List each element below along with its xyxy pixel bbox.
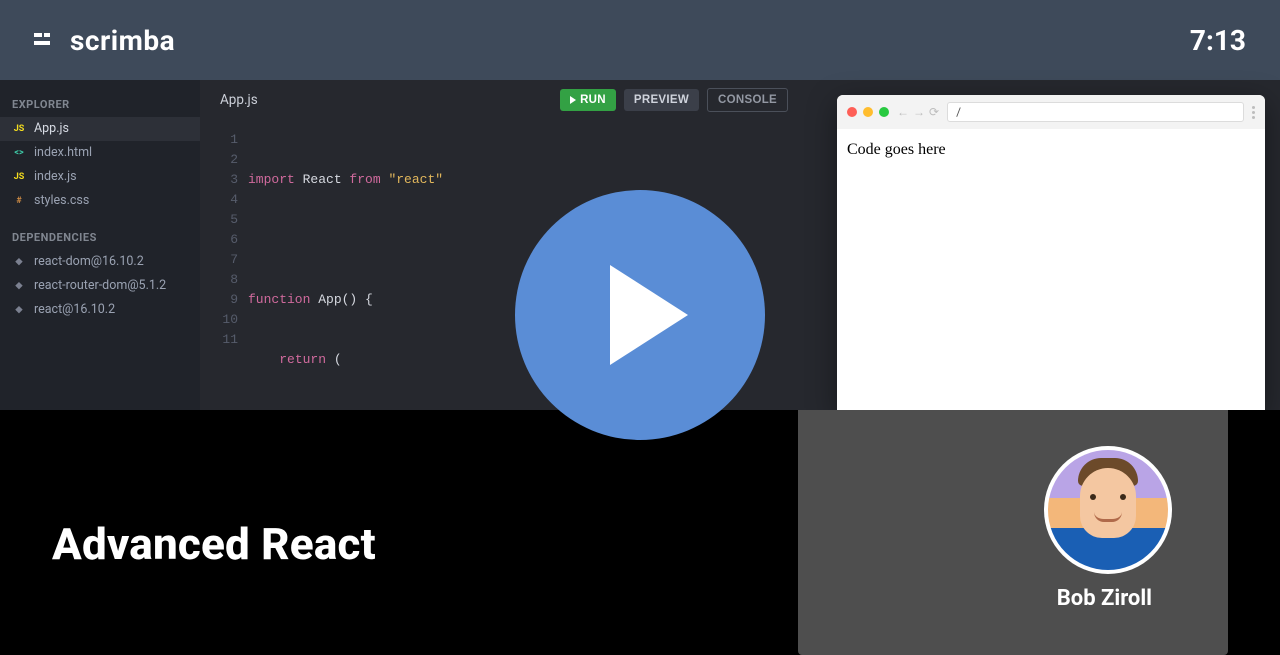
window-controls [847,107,889,117]
run-label: RUN [580,94,606,106]
mini-browser: ← → ⟳ / Code goes here [837,95,1265,410]
file-item-index-js[interactable]: JS index.js [0,165,200,189]
dependencies-heading: DEPENDENCIES [0,227,200,250]
instructor-name: Bob Ziroll [1057,586,1152,611]
course-title: Advanced React [52,518,376,570]
kebab-menu-icon[interactable] [1252,106,1255,119]
js-file-icon: JS [12,170,26,184]
dependency-item[interactable]: ◆ react-router-dom@5.1.2 [0,274,200,298]
dependency-label: react@16.10.2 [34,303,115,317]
file-label: index.html [34,146,92,160]
tabbar: App.js RUN PREVIEW CONSOLE [200,80,798,120]
tab-app-js[interactable]: App.js [200,80,278,120]
brand-mark-icon [34,30,60,50]
instructor-panel: Bob Ziroll [798,410,1228,655]
reload-icon[interactable]: ⟳ [929,105,939,119]
minimize-icon[interactable] [863,107,873,117]
js-file-icon: JS [12,122,26,136]
play-icon [570,96,576,104]
nav-icons: ← → ⟳ [897,105,939,119]
file-label: styles.css [34,194,89,208]
sidebar: EXPLORER JS App.js <> index.html JS inde… [0,80,200,410]
playback-time: 7:13 [1190,24,1246,57]
browser-content: Code goes here [837,129,1265,410]
brand-logo[interactable]: scrimba [34,24,175,57]
url-bar[interactable]: / [947,102,1244,122]
package-icon: ◆ [12,255,26,269]
instructor-avatar [1044,446,1172,574]
maximize-icon[interactable] [879,107,889,117]
console-button[interactable]: CONSOLE [707,88,788,112]
close-icon[interactable] [847,107,857,117]
dependency-item[interactable]: ◆ react@16.10.2 [0,298,200,322]
play-button[interactable] [515,190,765,440]
dependency-item[interactable]: ◆ react-dom@16.10.2 [0,250,200,274]
file-item-app-js[interactable]: JS App.js [0,117,200,141]
css-file-icon: # [12,194,26,208]
file-label: App.js [34,122,69,136]
explorer-heading: EXPLORER [0,94,200,117]
dependency-label: react-router-dom@5.1.2 [34,279,166,293]
course-info: Advanced React Bob Ziroll [0,410,1280,655]
forward-icon[interactable]: → [913,105,925,119]
back-icon[interactable]: ← [897,105,909,119]
preview-button[interactable]: PREVIEW [624,89,699,111]
preview-pane: ← → ⟳ / Code goes here [798,80,1280,410]
file-item-styles-css[interactable]: # styles.css [0,189,200,213]
editor-actions: RUN PREVIEW CONSOLE [560,88,798,112]
header: scrimba 7:13 [0,0,1280,80]
brand-name: scrimba [70,24,175,57]
browser-toolbar: ← → ⟳ / [837,95,1265,129]
dependency-label: react-dom@16.10.2 [34,255,144,269]
package-icon: ◆ [12,303,26,317]
run-button[interactable]: RUN [560,89,616,111]
file-item-index-html[interactable]: <> index.html [0,141,200,165]
package-icon: ◆ [12,279,26,293]
html-file-icon: <> [12,146,26,160]
file-label: index.js [34,170,77,184]
play-icon [610,265,688,365]
